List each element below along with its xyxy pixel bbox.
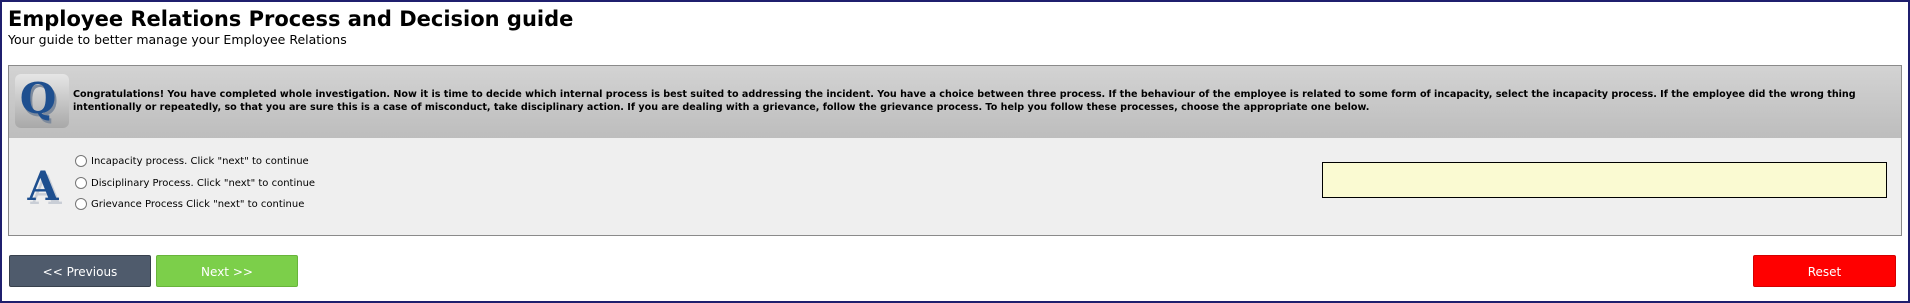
question-answer-panel: Q Q Congratulations! You have completed …: [8, 65, 1902, 236]
app-frame: Employee Relations Process and Decision …: [0, 0, 1910, 303]
option-incapacity-label: Incapacity process. Click "next" to cont…: [91, 155, 309, 167]
radio-grievance[interactable]: [75, 198, 87, 210]
a-letter-icon: A A: [26, 163, 62, 214]
q-letter-icon: Q Q: [15, 74, 69, 128]
next-button[interactable]: Next >>: [156, 255, 298, 287]
option-grievance[interactable]: Grievance Process Click "next" to contin…: [75, 198, 304, 210]
option-disciplinary-label: Disciplinary Process. Click "next" to co…: [91, 177, 316, 189]
feedback-box: [1322, 162, 1887, 198]
option-grievance-label: Grievance Process Click "next" to contin…: [91, 198, 305, 210]
svg-text:A: A: [26, 163, 59, 210]
answer-section: A A Incapacity process. Click "next" to …: [9, 138, 1901, 235]
option-disciplinary[interactable]: Disciplinary Process. Click "next" to co…: [75, 177, 315, 189]
question-section: Q Q Congratulations! You have completed …: [9, 66, 1901, 138]
radio-incapacity[interactable]: [75, 155, 87, 167]
page-subtitle: Your guide to better manage your Employe…: [8, 32, 347, 47]
radio-disciplinary[interactable]: [75, 177, 87, 189]
reset-button[interactable]: Reset: [1753, 255, 1896, 287]
question-text: Congratulations! You have completed whol…: [73, 89, 1856, 113]
previous-button[interactable]: << Previous: [9, 255, 151, 287]
svg-text:Q: Q: [20, 74, 57, 123]
option-incapacity[interactable]: Incapacity process. Click "next" to cont…: [75, 155, 309, 167]
page-title: Employee Relations Process and Decision …: [8, 7, 574, 31]
